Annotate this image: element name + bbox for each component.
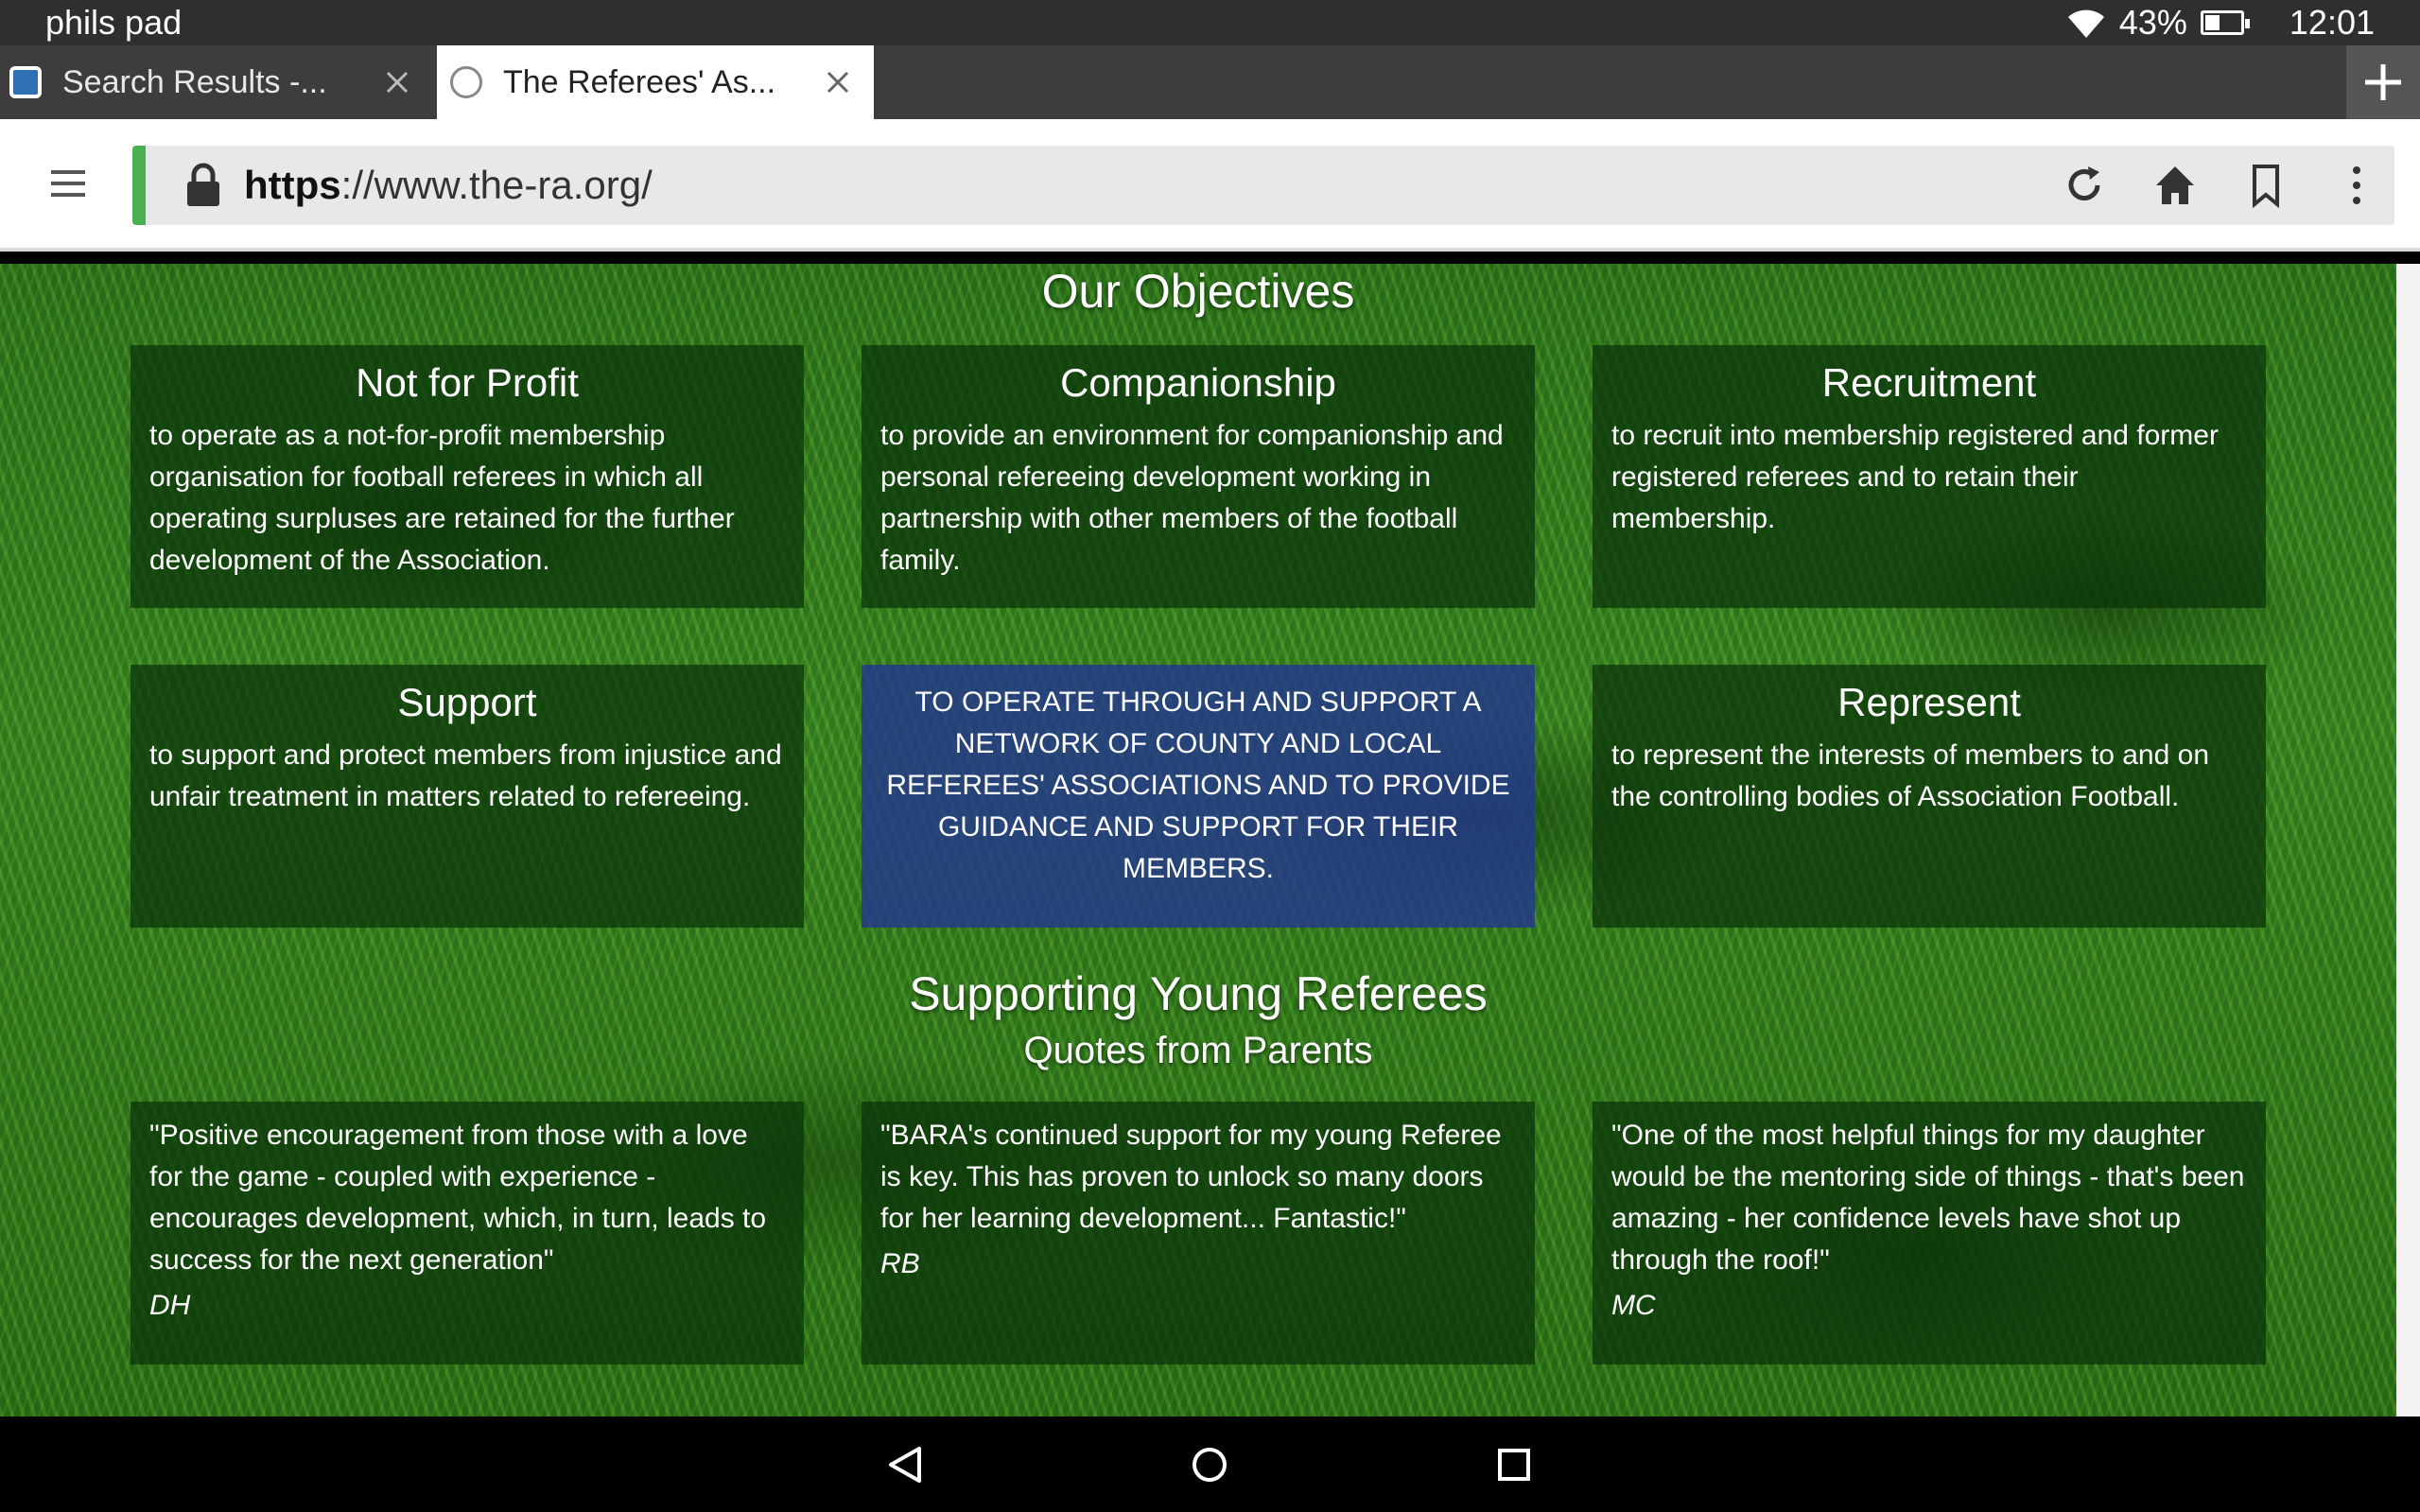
url-scheme: https xyxy=(244,163,341,207)
objective-card-not-for-profit: Not for Profit to operate as a not-for-p… xyxy=(131,345,804,608)
home-circle-icon[interactable] xyxy=(1188,1443,1231,1486)
wifi-icon xyxy=(2067,9,2104,38)
close-icon[interactable] xyxy=(378,63,416,101)
quotes-subheading: Quotes from Parents xyxy=(1023,1030,1373,1071)
battery-percent: 43% xyxy=(2118,3,2187,42)
quote-card-dh: "Positive encouragement from those with … xyxy=(131,1102,804,1364)
quote-card-rb: "BARA's continued support for my young R… xyxy=(862,1102,1535,1364)
card-title: Companionship xyxy=(1060,360,1336,405)
status-indicators: 43% 12:01 xyxy=(2066,0,2375,45)
quote-text: "One of the most helpful things for my d… xyxy=(1611,1120,2245,1276)
card-text: to provide an environment for companions… xyxy=(880,420,1504,576)
hamburger-menu-icon[interactable] xyxy=(49,168,87,199)
card-title: Recruitment xyxy=(1821,360,2037,405)
tab-referees-association[interactable]: The Referees' As... xyxy=(437,45,874,119)
address-bar[interactable]: https://www.the-ra.org/ xyxy=(132,146,2394,225)
young-referees-heading: Supporting Young Referees xyxy=(909,967,1488,1020)
objective-card-support: Support to support and protect members f… xyxy=(131,665,804,928)
search-favicon-icon xyxy=(9,66,42,98)
bookmark-icon[interactable] xyxy=(2243,163,2289,208)
tab-title: The Referees' As... xyxy=(503,63,776,100)
card-text: to recruit into membership registered an… xyxy=(1611,420,2219,534)
globe-icon xyxy=(450,66,482,98)
system-nav-bar xyxy=(0,1416,2420,1512)
quote-card-mc: "One of the most helpful things for my d… xyxy=(1593,1102,2266,1364)
quote-text: "BARA's continued support for my young R… xyxy=(880,1120,1502,1234)
quote-author: RB xyxy=(880,1248,920,1279)
card-text: to support and protect members from inju… xyxy=(149,739,782,812)
card-title: Not for Profit xyxy=(356,360,579,405)
card-text: to operate as a not-for-profit membershi… xyxy=(149,420,735,576)
objective-card-represent: Represent to represent the interests of … xyxy=(1593,665,2266,928)
quote-text: "Positive encouragement from those with … xyxy=(149,1120,767,1276)
url-text[interactable]: https://www.the-ra.org/ xyxy=(244,163,653,208)
web-page-content[interactable]: Our Objectives Not for Profit to operate… xyxy=(0,264,2396,1416)
objectives-heading: Our Objectives xyxy=(1041,265,1355,318)
battery-icon xyxy=(2200,10,2250,35)
objective-card-network: TO OPERATE THROUGH AND SUPPORT A NETWORK… xyxy=(862,665,1535,928)
new-tab-button[interactable] xyxy=(2346,45,2420,119)
browser-toolbar: https://www.the-ra.org/ xyxy=(0,119,2420,252)
clock: 12:01 xyxy=(2289,3,2375,42)
back-icon[interactable] xyxy=(883,1443,927,1486)
quote-author: DH xyxy=(149,1290,191,1321)
tab-search-results[interactable]: Search Results -... xyxy=(0,45,433,119)
card-text: to represent the interests of members to… xyxy=(1611,739,2210,812)
card-title: Support xyxy=(397,680,537,724)
tab-title: Search Results -... xyxy=(62,63,327,100)
scrollbar-track[interactable] xyxy=(2396,264,2420,1416)
device-name: phils pad xyxy=(45,3,183,42)
lock-icon xyxy=(187,163,219,206)
plus-icon xyxy=(2365,64,2401,100)
recents-icon[interactable] xyxy=(1492,1443,1536,1486)
reload-icon[interactable] xyxy=(2062,163,2107,208)
status-bar: phils pad 43% 12:01 xyxy=(0,0,2420,45)
home-icon[interactable] xyxy=(2152,163,2198,208)
close-icon[interactable] xyxy=(819,63,857,101)
url-path: ://www.the-ra.org/ xyxy=(340,163,653,207)
objective-card-recruitment: Recruitment to recruit into membership r… xyxy=(1593,345,2266,608)
tab-strip: Search Results -... The Referees' As... xyxy=(0,45,2420,119)
card-text: TO OPERATE THROUGH AND SUPPORT A NETWORK… xyxy=(886,686,1510,884)
quote-author: MC xyxy=(1611,1290,1656,1321)
battery-fill xyxy=(2204,15,2220,30)
card-title: Represent xyxy=(1837,680,2021,724)
objective-card-companionship: Companionship to provide an environment … xyxy=(862,345,1535,608)
overflow-menu-icon[interactable] xyxy=(2334,163,2379,208)
